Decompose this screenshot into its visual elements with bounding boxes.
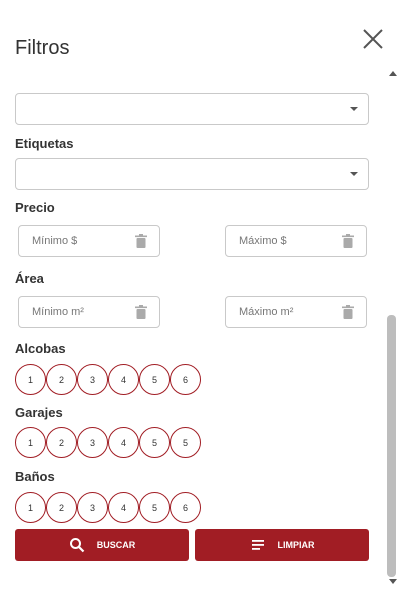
banos-option[interactable]: 4 <box>108 492 139 523</box>
search-button-label: BUSCAR <box>96 540 136 550</box>
precio-min-field[interactable] <box>18 225 160 257</box>
alcobas-option[interactable]: 2 <box>46 364 77 395</box>
garajes-option[interactable]: 4 <box>108 427 139 458</box>
precio-max-field[interactable] <box>225 225 367 257</box>
alcobas-option[interactable]: 3 <box>77 364 108 395</box>
alcobas-option[interactable]: 1 <box>15 364 46 395</box>
alcobas-option[interactable]: 6 <box>170 364 201 395</box>
banos-option[interactable]: 5 <box>139 492 170 523</box>
banos-option[interactable]: 2 <box>46 492 77 523</box>
banos-label: Baños <box>15 469 55 484</box>
trash-icon[interactable] <box>342 305 354 319</box>
garajes-option[interactable]: 5 <box>170 427 201 458</box>
page-title: Filtros <box>15 37 70 59</box>
scrollbar-thumb[interactable] <box>387 315 396 577</box>
trash-icon[interactable] <box>135 234 147 248</box>
etiquetas-select[interactable] <box>15 158 369 190</box>
area-max-field[interactable] <box>225 296 367 328</box>
garajes-option[interactable]: 1 <box>15 427 46 458</box>
banos-option[interactable]: 6 <box>170 492 201 523</box>
garajes-option[interactable]: 2 <box>46 427 77 458</box>
close-icon <box>363 29 383 49</box>
chevron-down-icon <box>350 172 358 176</box>
garajes-option[interactable]: 5 <box>139 427 170 458</box>
area-min-field[interactable] <box>18 296 160 328</box>
banos-option[interactable]: 3 <box>77 492 108 523</box>
filters-panel: Filtros Etiquetas Precio Área <box>0 0 401 608</box>
area-label: Área <box>15 271 44 286</box>
area-max-input[interactable] <box>226 297 336 327</box>
area-min-input[interactable] <box>19 297 129 327</box>
search-button[interactable]: BUSCAR <box>15 529 189 561</box>
alcobas-label: Alcobas <box>15 341 66 356</box>
clear-lines-icon <box>251 540 264 550</box>
first-select[interactable] <box>15 93 369 125</box>
banos-option[interactable]: 1 <box>15 492 46 523</box>
chevron-down-icon <box>350 107 358 111</box>
search-icon <box>69 538 85 553</box>
trash-icon[interactable] <box>342 234 354 248</box>
trash-icon[interactable] <box>135 305 147 319</box>
clear-button[interactable]: LIMPIAR <box>195 529 369 561</box>
close-button[interactable] <box>361 27 385 51</box>
scroll-up-arrow[interactable] <box>389 71 397 76</box>
garajes-label: Garajes <box>15 405 63 420</box>
precio-max-input[interactable] <box>226 226 336 256</box>
etiquetas-label: Etiquetas <box>15 136 74 151</box>
alcobas-option[interactable]: 4 <box>108 364 139 395</box>
scroll-down-arrow[interactable] <box>389 579 397 584</box>
alcobas-option[interactable]: 5 <box>139 364 170 395</box>
precio-label: Precio <box>15 200 55 215</box>
clear-button-label: LIMPIAR <box>277 540 315 550</box>
precio-min-input[interactable] <box>19 226 129 256</box>
garajes-option[interactable]: 3 <box>77 427 108 458</box>
